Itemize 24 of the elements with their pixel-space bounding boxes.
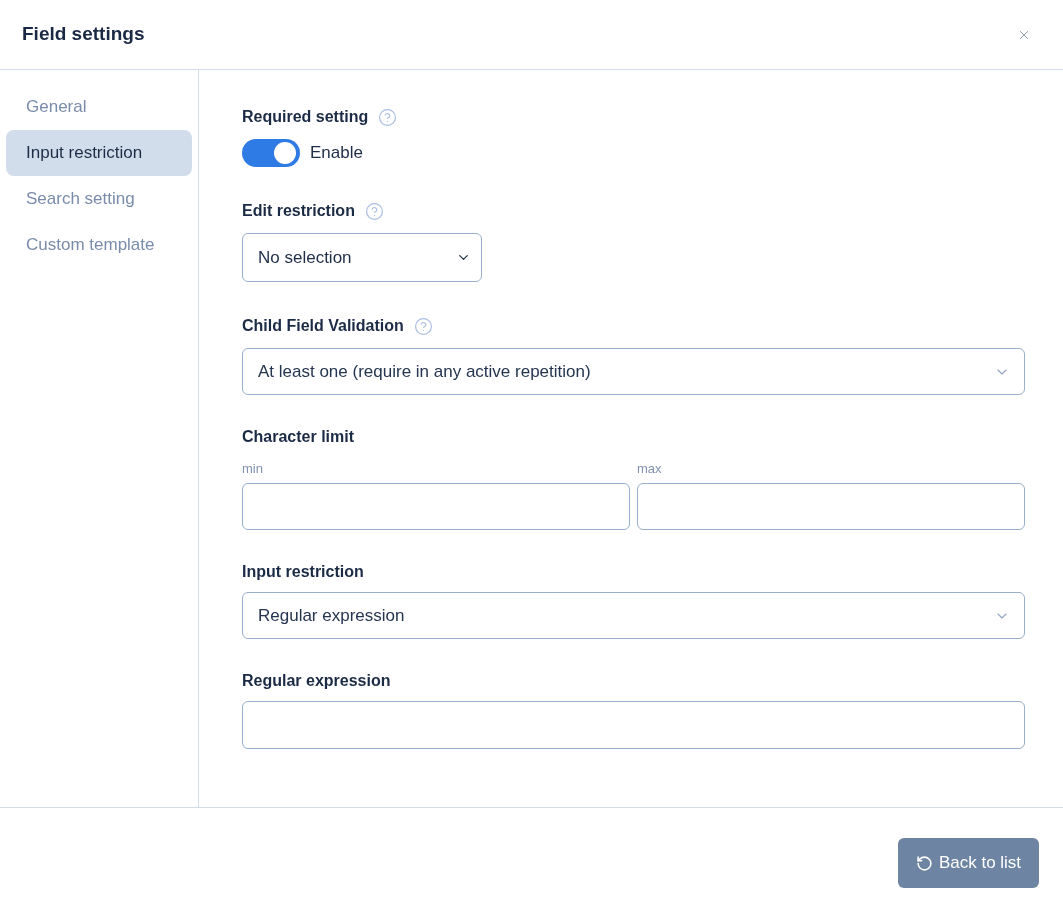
toggle-switch[interactable] bbox=[242, 139, 300, 167]
field-label: Regular expression bbox=[242, 671, 391, 691]
input-field[interactable] bbox=[242, 483, 630, 530]
help-icon[interactable] bbox=[413, 316, 433, 336]
field-label: Input restriction bbox=[242, 562, 364, 582]
back-to-list-button[interactable]: Back to list bbox=[898, 838, 1039, 888]
field-caption: min bbox=[242, 461, 264, 477]
field-label: Child Field Validation bbox=[242, 316, 404, 336]
undo-icon bbox=[915, 854, 933, 872]
select-field[interactable]: Regular expression bbox=[242, 592, 1025, 639]
select-field[interactable]: At least one (require in any active repetition) bbox=[242, 348, 1025, 395]
toggle-label: Enable bbox=[310, 142, 363, 165]
help-icon[interactable] bbox=[364, 201, 384, 221]
dialog-title: Field settings bbox=[22, 22, 145, 47]
field-label: Edit restriction bbox=[242, 201, 355, 221]
field-caption: max bbox=[637, 461, 663, 477]
field-label: Required setting bbox=[242, 107, 369, 127]
select-field[interactable]: No selection bbox=[242, 233, 482, 282]
field-label: Character limit bbox=[242, 427, 355, 447]
sidebar-item[interactable]: Input restriction bbox=[6, 130, 192, 176]
input-field[interactable] bbox=[242, 701, 1025, 749]
help-icon[interactable] bbox=[378, 107, 398, 127]
sidebar-item[interactable]: Search setting bbox=[6, 176, 192, 222]
input-field[interactable] bbox=[637, 483, 1025, 530]
